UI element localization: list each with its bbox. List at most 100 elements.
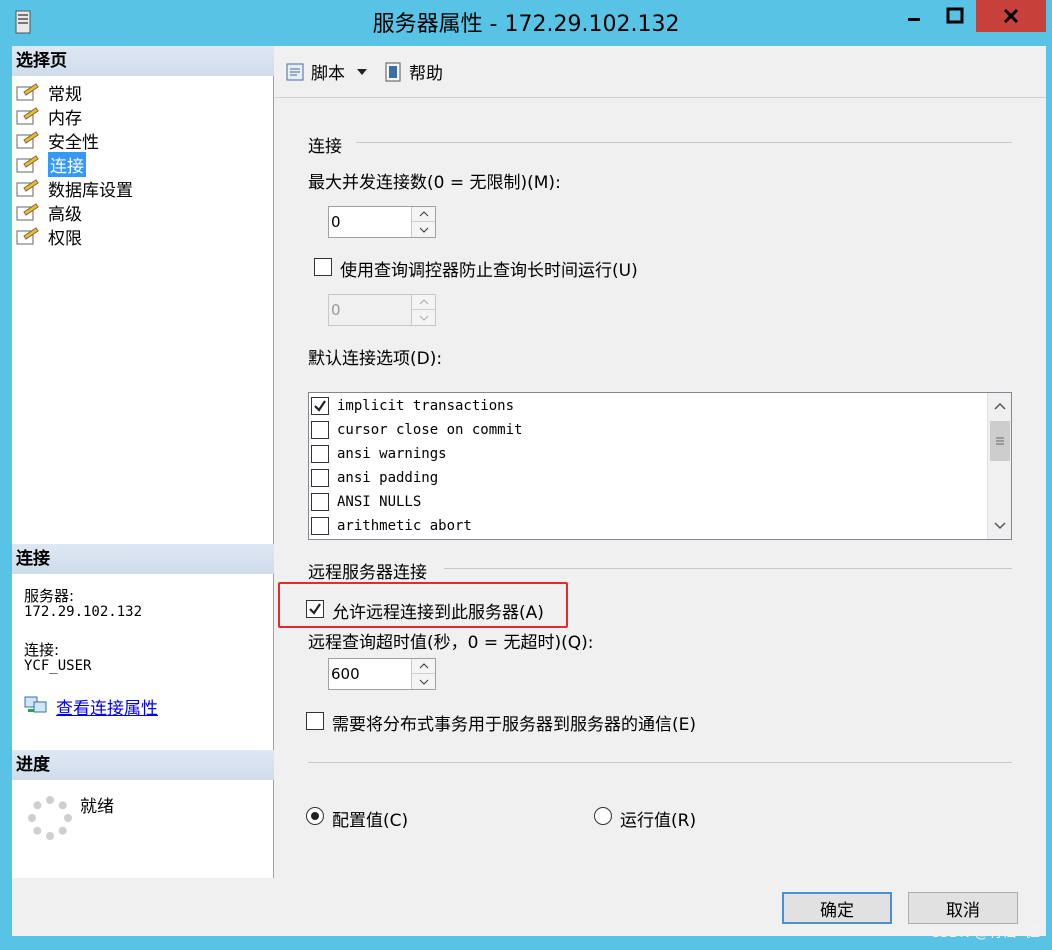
view-connection-link[interactable]: 查看连接属性 bbox=[56, 694, 158, 719]
default-options-list[interactable]: implicit transactions cursor close on co… bbox=[308, 392, 1012, 540]
server-value: 172.29.102.132 bbox=[24, 604, 143, 620]
list-scrollbar[interactable] bbox=[987, 393, 1011, 539]
page-icon bbox=[16, 106, 40, 126]
configured-value-label: 配置值(C) bbox=[332, 811, 409, 831]
script-dropdown[interactable] bbox=[355, 67, 373, 77]
view-connection-properties[interactable]: 查看连接属性 bbox=[24, 694, 158, 719]
max-connections-value: 0 bbox=[331, 213, 341, 231]
title-bar[interactable]: 服务器属性 - 172.29.102.132 bbox=[0, 0, 1052, 46]
watermark: CSDN @有仙气Z bbox=[930, 925, 1040, 941]
grip-icon bbox=[996, 437, 1004, 445]
page-item-permissions[interactable]: 权限 bbox=[16, 224, 82, 249]
list-item[interactable]: arithmetic abort bbox=[311, 515, 472, 537]
close-icon bbox=[1003, 8, 1019, 24]
connection-info: 连接: YCF_USER bbox=[24, 642, 91, 674]
option-checkbox[interactable] bbox=[311, 445, 329, 463]
scroll-down-button[interactable] bbox=[988, 515, 1011, 537]
maximize-button[interactable] bbox=[936, 0, 974, 32]
toolbar: 脚本 帮助 bbox=[275, 46, 1046, 98]
option-checkbox[interactable] bbox=[311, 517, 329, 535]
server-label: 服务器: bbox=[24, 587, 75, 605]
page-icon bbox=[16, 154, 40, 174]
script-icon bbox=[286, 63, 304, 80]
option-checkbox[interactable] bbox=[311, 469, 329, 487]
page-icon bbox=[16, 82, 40, 102]
chevron-down-icon bbox=[419, 679, 428, 685]
close-button[interactable] bbox=[976, 0, 1046, 32]
governor-value: 0 bbox=[331, 301, 341, 319]
max-connections-stepper[interactable]: 0 bbox=[328, 206, 436, 238]
stepper-buttons bbox=[411, 295, 435, 325]
group-divider bbox=[444, 568, 1012, 569]
list-item[interactable]: ansi warnings bbox=[311, 443, 447, 465]
connection-label: 连接: bbox=[24, 641, 60, 659]
list-item[interactable]: ansi padding bbox=[311, 467, 438, 489]
chevron-up-icon bbox=[993, 402, 1006, 410]
left-pane: 选择页 常规 内存 安全性 连接 数据库设置 高级 权限 连接 服务器: 172… bbox=[12, 46, 274, 878]
page-item-advanced[interactable]: 高级 bbox=[16, 200, 82, 225]
distributed-transactions-checkbox[interactable] bbox=[306, 712, 324, 730]
connection-value: YCF_USER bbox=[24, 658, 92, 674]
page-item-label: 内存 bbox=[48, 108, 82, 129]
option-label: ansi warnings bbox=[337, 446, 447, 462]
option-label: cursor close on commit bbox=[337, 422, 523, 438]
option-label: arithmetic abort bbox=[337, 518, 472, 534]
stepper-down-button bbox=[412, 310, 435, 325]
maximize-icon bbox=[946, 7, 964, 24]
script-label: 脚本 bbox=[311, 64, 345, 84]
use-governor-label: 使用查询调控器防止查询长时间运行(U) bbox=[340, 261, 638, 281]
server-info: 服务器: 172.29.102.132 bbox=[24, 588, 142, 620]
remote-group-title: 远程服务器连接 bbox=[308, 563, 427, 583]
stepper-down-button[interactable] bbox=[412, 222, 435, 237]
page-item-database-settings[interactable]: 数据库设置 bbox=[16, 176, 133, 201]
configured-value-radio[interactable] bbox=[306, 807, 324, 825]
list-item[interactable]: cursor close on commit bbox=[311, 419, 522, 441]
remote-timeout-label: 远程查询超时值(秒，0 = 无超时)(Q): bbox=[308, 633, 594, 653]
cancel-button[interactable]: 取消 bbox=[908, 892, 1018, 924]
option-label: implicit transactions bbox=[337, 398, 515, 414]
ok-button[interactable]: 确定 bbox=[782, 892, 892, 924]
page-item-label: 高级 bbox=[48, 204, 82, 225]
option-checkbox[interactable] bbox=[311, 421, 329, 439]
max-connections-label: 最大并发连接数(0 = 无限制)(M): bbox=[308, 173, 561, 193]
option-checkbox[interactable] bbox=[311, 493, 329, 511]
remote-timeout-stepper[interactable]: 600 bbox=[328, 658, 436, 690]
scroll-up-button[interactable] bbox=[988, 395, 1011, 417]
page-icon bbox=[16, 202, 40, 222]
dialog-window: 服务器属性 - 172.29.102.132 选择页 常规 内存 安全性 连接 … bbox=[0, 0, 1052, 950]
chevron-down-icon bbox=[419, 227, 428, 233]
select-page-header: 选择页 bbox=[12, 46, 274, 76]
group-divider bbox=[356, 142, 1012, 143]
chevron-down-icon bbox=[419, 315, 428, 321]
chevron-down-icon bbox=[993, 522, 1006, 530]
list-item[interactable]: implicit transactions bbox=[311, 395, 514, 417]
minimize-button[interactable] bbox=[894, 0, 934, 32]
chevron-up-icon bbox=[419, 663, 428, 669]
list-item[interactable]: ANSI NULLS bbox=[311, 491, 421, 513]
script-button[interactable]: 脚本 bbox=[285, 59, 345, 84]
stepper-up-button[interactable] bbox=[412, 207, 435, 222]
chevron-up-icon bbox=[419, 299, 428, 305]
page-icon bbox=[16, 178, 40, 198]
stepper-down-button[interactable] bbox=[412, 674, 435, 689]
scroll-thumb[interactable] bbox=[990, 421, 1010, 461]
page-item-label: 常规 bbox=[48, 84, 82, 105]
running-value-radio[interactable] bbox=[594, 807, 612, 825]
allow-remote-checkbox[interactable] bbox=[306, 600, 324, 618]
page-item-label: 安全性 bbox=[48, 132, 99, 153]
use-governor-checkbox[interactable] bbox=[314, 258, 332, 276]
page-icon bbox=[16, 226, 40, 246]
radio-dot bbox=[311, 812, 319, 820]
stepper-up-button[interactable] bbox=[412, 659, 435, 674]
allow-remote-label: 允许远程连接到此服务器(A) bbox=[332, 603, 544, 623]
option-label: ANSI NULLS bbox=[337, 494, 422, 510]
help-button[interactable]: 帮助 bbox=[383, 59, 443, 84]
connection-header: 连接 bbox=[12, 544, 274, 574]
page-item-general[interactable]: 常规 bbox=[16, 80, 82, 105]
page-item-security[interactable]: 安全性 bbox=[16, 128, 99, 153]
option-label: ansi padding bbox=[337, 470, 439, 486]
page-item-memory[interactable]: 内存 bbox=[16, 104, 82, 129]
option-checkbox[interactable] bbox=[311, 397, 329, 415]
progress-spinner-icon bbox=[26, 794, 74, 846]
page-item-connections[interactable]: 连接 bbox=[16, 151, 86, 177]
